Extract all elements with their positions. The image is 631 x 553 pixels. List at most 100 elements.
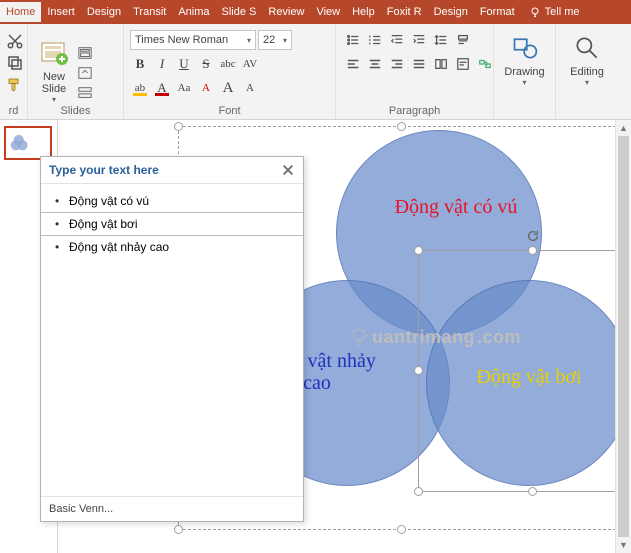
group-editing: Editing ▾ (556, 24, 618, 119)
selection-box-inner (418, 250, 631, 492)
strikethrough-button[interactable]: S (196, 54, 216, 74)
text-pane-footer: Basic Venn... (41, 496, 303, 521)
group-paragraph-label: Paragraph (340, 104, 489, 117)
tab-insert[interactable]: Insert (41, 2, 81, 22)
resize-handle[interactable] (174, 122, 183, 131)
group-paragraph: Paragraph (336, 24, 494, 119)
bullets-button[interactable] (342, 30, 364, 50)
tab-foxit[interactable]: Foxit R (381, 2, 428, 22)
grow-font-button[interactable]: A (218, 78, 238, 98)
rotate-handle[interactable] (526, 229, 540, 243)
new-slide-button[interactable]: New Slide ▾ (32, 37, 76, 104)
highlight-button[interactable]: ab (130, 78, 150, 98)
bold-button[interactable]: B (130, 54, 150, 74)
ribbon-tab-bar: Home Insert Design Transit Anima Slide S… (0, 0, 631, 24)
shrink-font-button[interactable]: A (240, 78, 260, 98)
drawing-label: Drawing (504, 66, 544, 78)
group-drawing: Drawing ▾ (494, 24, 556, 119)
vertical-scrollbar[interactable]: ▲ ▼ (615, 120, 631, 553)
text-pane-item[interactable]: Động vật bơi (41, 212, 303, 236)
chevron-down-icon: ▾ (522, 78, 526, 87)
align-text-button[interactable] (452, 54, 474, 74)
font-size-value: 22 (263, 34, 275, 46)
group-clipboard-label: rd (4, 104, 23, 117)
indent-increase-button[interactable] (408, 30, 430, 50)
new-slide-icon (38, 37, 70, 69)
tab-smartart-design[interactable]: Design (428, 2, 474, 22)
resize-handle[interactable] (414, 487, 423, 496)
group-slides-label: Slides (32, 104, 119, 117)
char-spacing-button[interactable]: AV (240, 54, 260, 74)
chevron-down-icon: ▾ (585, 78, 589, 87)
tab-review[interactable]: Review (262, 2, 310, 22)
venn-thumbnail-icon (10, 134, 32, 152)
text-pane-item[interactable]: Động vật nhảy cao (41, 236, 303, 258)
tab-view[interactable]: View (310, 2, 346, 22)
tell-me[interactable]: Tell me (521, 6, 580, 18)
find-icon (573, 34, 601, 62)
font-family-value: Times New Roman (135, 34, 228, 46)
resize-handle[interactable] (414, 246, 423, 255)
align-center-button[interactable] (364, 54, 386, 74)
resize-handle[interactable] (528, 246, 537, 255)
new-slide-label: New Slide (42, 71, 66, 95)
tab-home[interactable]: Home (0, 2, 41, 22)
slide-thumbnail-1[interactable] (4, 126, 52, 160)
reset-icon[interactable] (78, 66, 92, 80)
smartart-text-pane: Type your text here Động vật có vú Động … (40, 156, 304, 522)
close-icon[interactable] (281, 163, 295, 177)
format-painter-icon[interactable] (6, 76, 24, 94)
editing-button[interactable]: Editing ▾ (560, 28, 614, 87)
text-pane-list: Động vật có vú Động vật bơi Động vật nhả… (41, 184, 303, 496)
tell-me-label: Tell me (545, 6, 580, 18)
text-pane-title: Type your text here (49, 163, 159, 177)
cut-icon[interactable] (6, 32, 24, 50)
smartart-convert-button[interactable] (474, 54, 496, 74)
section-icon[interactable] (78, 86, 92, 100)
resize-handle[interactable] (414, 366, 423, 375)
line-spacing-button[interactable] (430, 30, 452, 50)
text-pane-item[interactable]: Động vật có vú (41, 190, 303, 212)
justify-button[interactable] (408, 54, 430, 74)
change-case-button[interactable]: Aa (174, 78, 194, 98)
group-font-label: Font (128, 104, 331, 117)
layout-icon[interactable] (78, 46, 92, 60)
underline-button[interactable]: U (174, 54, 194, 74)
chevron-down-icon: ▾ (283, 36, 287, 45)
text-shadow-button[interactable]: abc (218, 54, 238, 74)
italic-button[interactable]: I (152, 54, 172, 74)
scroll-down-button[interactable]: ▼ (616, 537, 631, 553)
scroll-up-button[interactable]: ▲ (616, 120, 631, 136)
align-left-button[interactable] (342, 54, 364, 74)
resize-handle[interactable] (397, 122, 406, 131)
tab-slideshow[interactable]: Slide S (216, 2, 263, 22)
slide-canvas[interactable]: Type your text here Động vật có vú Động … (58, 120, 631, 553)
font-size-select[interactable]: 22 ▾ (258, 30, 292, 50)
tab-design[interactable]: Design (81, 2, 127, 22)
text-direction-button[interactable] (452, 30, 474, 50)
resize-handle[interactable] (174, 525, 183, 534)
group-clipboard: rd (0, 24, 28, 119)
align-right-button[interactable] (386, 54, 408, 74)
font-family-select[interactable]: Times New Roman ▾ (130, 30, 256, 50)
columns-button[interactable] (430, 54, 452, 74)
tab-format[interactable]: Format (474, 2, 521, 22)
clear-format-button[interactable]: A (196, 78, 216, 98)
resize-handle[interactable] (397, 525, 406, 534)
scroll-thumb[interactable] (618, 136, 629, 537)
shapes-icon (511, 34, 539, 62)
resize-handle[interactable] (528, 487, 537, 496)
numbering-button[interactable] (364, 30, 386, 50)
workspace: Type your text here Động vật có vú Động … (0, 120, 631, 553)
group-font: Times New Roman ▾ 22 ▾ B I U S abc AV ab… (124, 24, 336, 119)
indent-decrease-button[interactable] (386, 30, 408, 50)
chevron-down-icon: ▾ (52, 95, 56, 104)
font-color-button[interactable]: A (152, 78, 172, 98)
editing-label: Editing (570, 66, 604, 78)
tab-help[interactable]: Help (346, 2, 381, 22)
tab-animations[interactable]: Anima (172, 2, 215, 22)
lightbulb-icon (529, 6, 541, 18)
drawing-button[interactable]: Drawing ▾ (498, 28, 551, 87)
tab-transitions[interactable]: Transit (127, 2, 172, 22)
copy-icon[interactable] (6, 54, 24, 72)
